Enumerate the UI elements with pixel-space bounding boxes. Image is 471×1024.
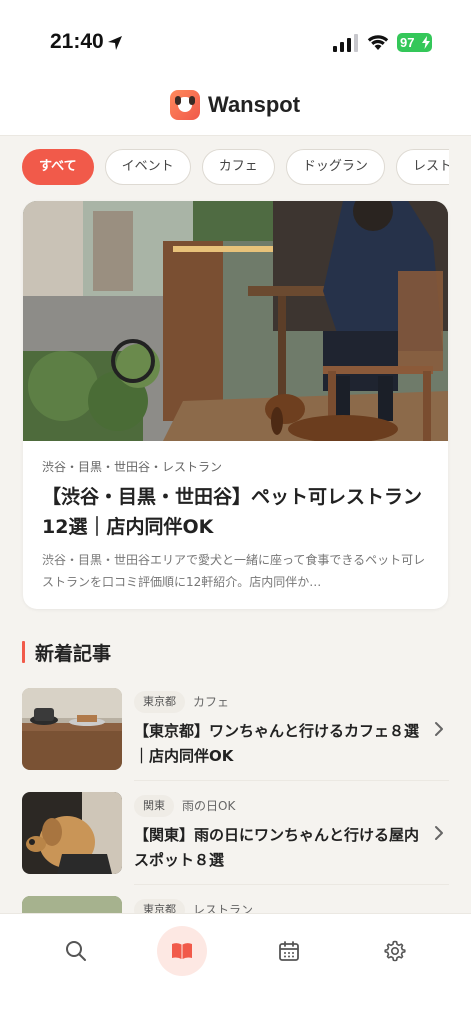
chip-cafe[interactable]: カフェ — [201, 149, 275, 185]
battery-level: 97 — [400, 35, 415, 50]
featured-article-image — [23, 201, 448, 441]
featured-article-meta: 渋谷・目黒・世田谷・レストラン — [42, 460, 223, 474]
article-title: 【関東】雨の日にワンちゃんと行ける屋内スポット８選 — [134, 826, 420, 869]
calendar-icon — [279, 941, 299, 961]
chevron-right-icon — [435, 722, 443, 736]
section-title: 新着記事 — [35, 643, 112, 665]
app-title: Wanspot — [208, 92, 301, 117]
section-accent-bar — [22, 641, 25, 663]
article-item-cafe[interactable]: 東京都 カフェ 【東京都】ワンちゃんと行けるカフェ８選｜店内同伴OK — [22, 688, 449, 778]
featured-article-description: 渋谷・目黒・世田谷エリアで愛犬と一緒に座って食事できるペット可レストランを口コミ… — [42, 553, 426, 589]
chip-dog-run[interactable]: ドッグラン — [285, 149, 385, 185]
chevron-right-icon — [435, 826, 443, 840]
battery-indicator: 97 — [397, 33, 432, 52]
chip-event[interactable]: イベント — [104, 149, 191, 185]
article-title: 【東京都】ワンちゃんと行けるカフェ８選｜店内同伴OK — [134, 722, 420, 765]
book-icon — [172, 943, 192, 959]
article-item-indoor[interactable]: 関東 雨の日OK 【関東】雨の日にワンちゃんと行ける屋内スポット８選 — [22, 792, 449, 882]
region-tag: 関東 — [134, 795, 174, 817]
category-tag: 雨の日OK — [182, 799, 236, 813]
list-divider — [134, 780, 449, 781]
gear-icon — [384, 940, 406, 962]
category-tag: カフェ — [193, 695, 230, 709]
nav-settings[interactable] — [370, 926, 420, 976]
bottom-navigation — [0, 913, 471, 1024]
chip-all[interactable]: すべて — [22, 149, 94, 185]
list-divider — [134, 884, 449, 885]
cellular-signal-icon — [333, 34, 358, 52]
nav-search[interactable] — [51, 926, 101, 976]
article-tags: 東京都 カフェ — [134, 691, 229, 713]
status-time: 21:40 — [50, 30, 104, 53]
article-thumbnail — [22, 688, 122, 770]
article-tags: 関東 雨の日OK — [134, 795, 235, 817]
nav-articles[interactable] — [157, 926, 207, 976]
app-header: Wanspot — [0, 86, 471, 136]
region-tag: 東京都 — [134, 691, 185, 713]
search-icon — [66, 941, 86, 961]
app-logo — [170, 90, 200, 120]
location-arrow-icon — [108, 36, 122, 50]
wifi-icon — [367, 35, 389, 50]
chip-restaurant[interactable]: レストラン — [396, 149, 449, 185]
featured-article-title: 【渋谷・目黒・世田谷】ペット可レストラン12選｜店内同伴OK — [42, 486, 423, 538]
category-chips: すべて イベント カフェ ドッグラン レストラン — [22, 149, 449, 187]
charging-bolt-icon — [422, 36, 430, 49]
featured-article-card[interactable]: 渋谷・目黒・世田谷・レストラン 【渋谷・目黒・世田谷】ペット可レストラン12選｜… — [23, 201, 448, 609]
nav-calendar[interactable] — [264, 926, 314, 976]
status-bar: 21:40 97 — [0, 0, 471, 86]
article-thumbnail — [22, 792, 122, 874]
